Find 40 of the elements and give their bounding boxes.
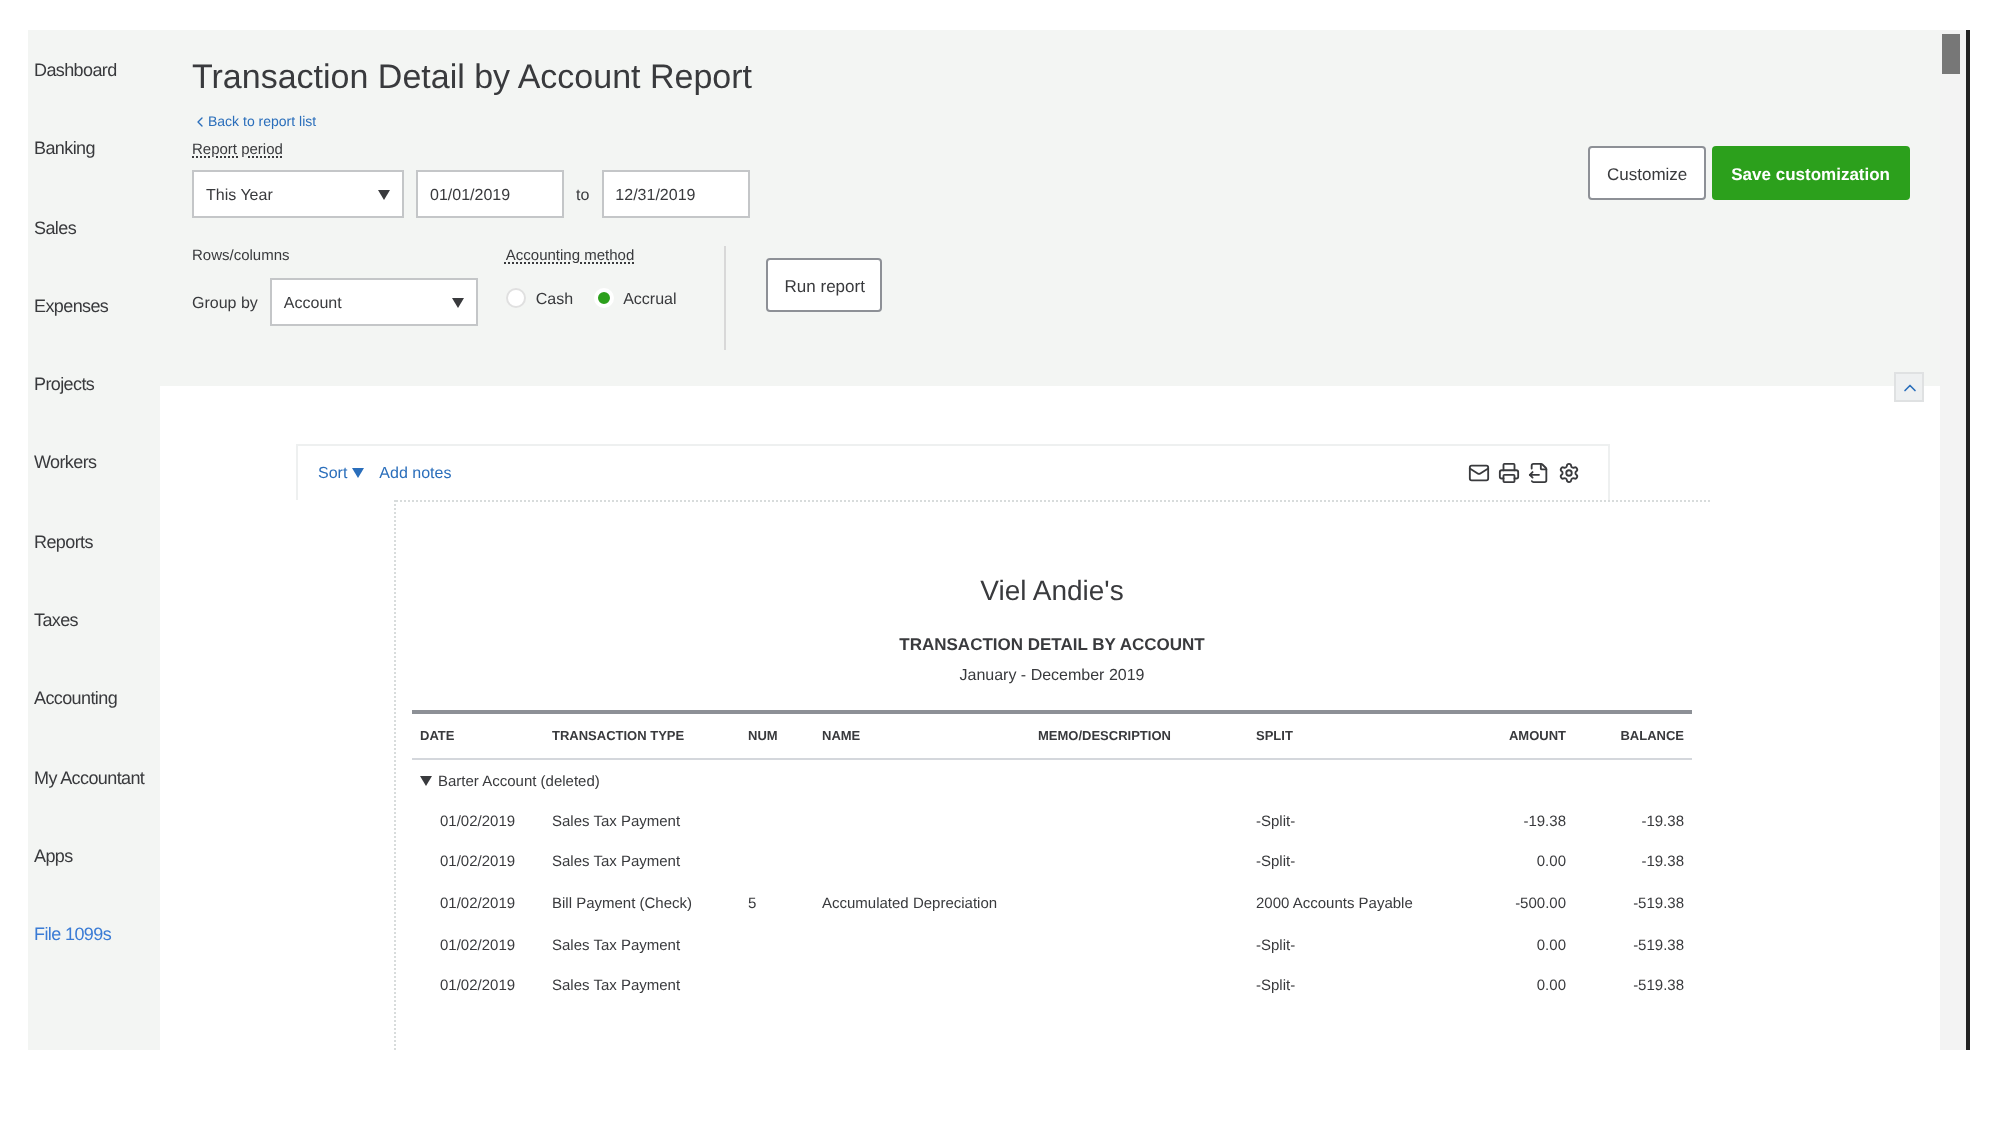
period-select[interactable]: This Year — [192, 170, 404, 218]
date-field[interactable]: 12/31/2019 — [601, 170, 750, 218]
customize-button[interactable]: Customize — [1588, 146, 1706, 200]
sidebar-item[interactable]: Reports — [28, 525, 160, 560]
field-label: Group by — [192, 293, 258, 311]
sidebar-item[interactable]: Banking — [28, 132, 160, 167]
report-title: TRANSACTION DETAIL BY ACCOUNT — [897, 634, 1207, 654]
sidebar-item[interactable]: Expenses — [28, 289, 160, 324]
sidebar-item[interactable]: Workers — [28, 446, 160, 481]
caret-icon — [378, 189, 390, 199]
radio-label: Cash — [535, 289, 574, 307]
sidebar-item[interactable]: Sales — [28, 211, 160, 246]
collapse-button[interactable] — [1894, 372, 1924, 402]
add-notes-link[interactable]: Add notes — [379, 464, 452, 482]
email-icon[interactable] — [1464, 462, 1494, 484]
field-label: to — [576, 185, 590, 203]
radio-label: Accrual — [623, 289, 677, 307]
sidebar-item[interactable]: Projects — [28, 368, 160, 403]
run-report-button[interactable]: Run report — [766, 258, 883, 312]
print-icon[interactable] — [1494, 462, 1524, 484]
company-name: Viel Andie's — [978, 574, 1126, 606]
caret-icon — [420, 775, 432, 785]
sidebar-item[interactable]: Taxes — [28, 604, 160, 639]
sidebar-item[interactable]: My Accountant — [28, 761, 160, 796]
scrollbar[interactable] — [1940, 30, 1970, 1050]
sidebar-item[interactable]: Dashboard — [28, 54, 160, 88]
report-period: January - December 2019 — [957, 666, 1147, 684]
scrollbar-thumb[interactable] — [1942, 34, 1960, 74]
caret-icon — [451, 297, 464, 307]
caret-icon — [351, 468, 364, 478]
radio-button[interactable] — [505, 288, 526, 308]
date-field[interactable]: 01/01/2019 — [416, 170, 564, 218]
settings-icon[interactable] — [1554, 462, 1584, 484]
sort-link[interactable]: Sort — [318, 464, 364, 482]
page-title: Transaction Detail by Account Report — [192, 58, 755, 98]
chevron-left-icon — [192, 114, 208, 130]
sidebar-item[interactable]: File 1099s — [28, 918, 160, 953]
sidebar-item[interactable]: Apps — [28, 839, 160, 874]
sidebar-item[interactable]: Accounting — [28, 682, 160, 717]
group-by-select[interactable]: Account — [269, 278, 478, 326]
